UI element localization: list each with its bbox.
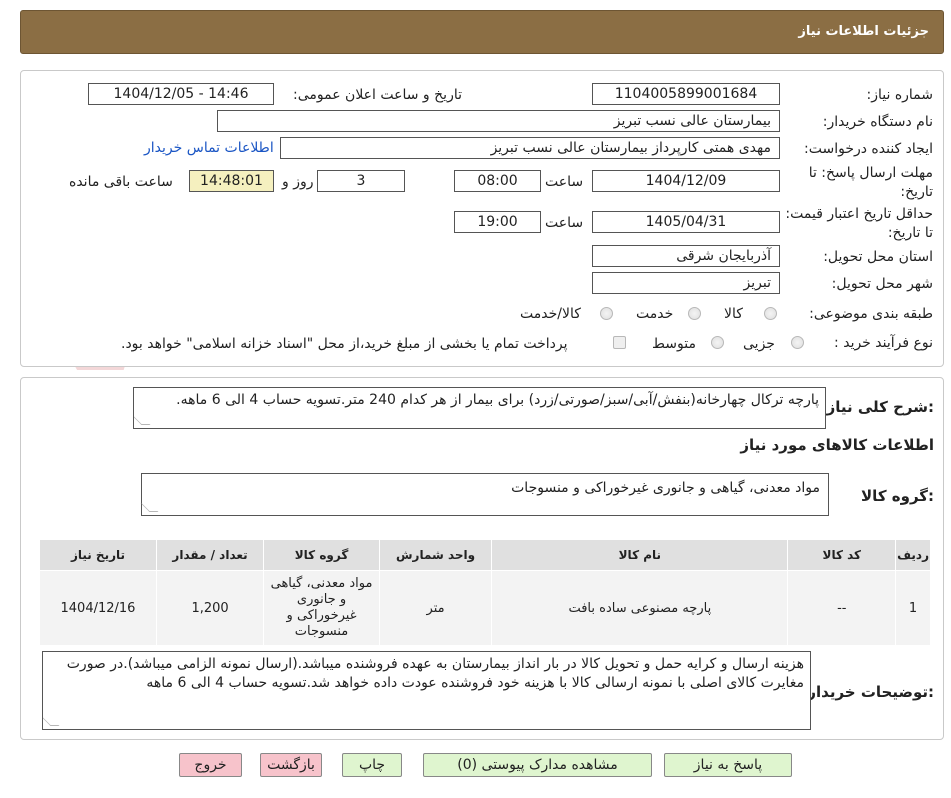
cell-need-date: 1404/12/16 [39,570,157,646]
page-title: جزئیات اطلاعات نیاز [798,24,929,39]
process-option-medium: متوسط [652,336,696,352]
cell-row-number: 1 [895,570,931,646]
summary-label: شرح کلی نیاز: [826,398,934,416]
goods-section-title: اطلاعات کالاهای مورد نیاز [740,436,934,454]
table-row[interactable]: 1 -- پارچه مصنوعی ساده بافت متر مواد معد… [39,570,931,646]
days-label: روز و [282,174,314,190]
announce-field[interactable]: 1404/12/05 - 14:46 [88,83,274,105]
col-header-need-date: تاریخ نیاز [39,539,157,571]
exit-button[interactable]: خروج [179,753,242,777]
validity-time-field[interactable]: 19:00 [454,211,541,233]
requester-field[interactable]: مهدی همتی کارپرداز بیمارستان عالی نسب تب… [280,137,780,159]
col-header-name: نام کالا [491,539,789,571]
process-radio-medium[interactable] [711,336,724,349]
col-header-unit: واحد شمارش [378,539,493,571]
col-header-row-number: ردیف [895,539,931,571]
col-header-quantity: تعداد / مقدار [155,539,265,571]
need-number-field[interactable]: 1104005899001684 [592,83,780,105]
province-field[interactable]: آذربایجان شرقی [592,245,780,267]
category-option-service: خدمت [636,306,674,322]
validity-date-field[interactable]: 1405/04/31 [592,211,780,233]
city-label: شهر محل تحویل: [831,276,933,292]
cell-group: مواد معدنی، گیاهی و جانوری غیرخوراکی و م… [263,570,380,646]
validity-label: حداقل تاریخ اعتبار قیمت: تا تاریخ: [785,206,933,241]
payment-note: پرداخت تمام یا بخشی از مبلغ خرید،از محل … [121,336,568,352]
buyer-contact-link[interactable]: اطلاعات تماس خریدار [144,140,274,156]
days-field[interactable]: 3 [317,170,405,192]
cell-quantity: 1,200 [155,570,265,646]
category-option-goods: کالا [724,306,743,322]
print-button[interactable]: چاپ [342,753,402,777]
resize-grip-icon[interactable] [140,503,159,512]
city-field[interactable]: تبریز [592,272,780,294]
requester-label: ایجاد کننده درخواست: [804,141,933,157]
summary-textarea[interactable]: پارچه ترکال چهارخانه(بنفش/آبی/سبز/صورتی/… [133,387,826,429]
cell-name: پارچه مصنوعی ساده بافت [491,570,789,646]
deadline-time-label: ساعت [545,174,584,190]
reply-button[interactable]: پاسخ به نیاز [664,753,792,777]
announce-label: تاریخ و ساعت اعلان عمومی: [293,87,462,103]
col-header-group: گروه کالا [263,539,380,571]
cell-code: -- [787,570,897,646]
province-label: استان محل تحویل: [823,249,933,265]
col-header-code: کد کالا [787,539,897,571]
items-table: ردیف کد کالا نام کالا واحد شمارش گروه کا… [39,539,931,646]
deadline-label: مهلت ارسال پاسخ: تا تاریخ: [808,165,933,200]
resize-grip-icon[interactable] [134,416,151,425]
buyer-notes-label: توضیحات خریدار: [807,683,934,701]
table-header-row: ردیف کد کالا نام کالا واحد شمارش گروه کا… [39,539,931,571]
process-label: نوع فرآیند خرید : [834,335,933,351]
treasury-checkbox[interactable] [613,336,626,349]
category-radio-service[interactable] [688,307,701,320]
buyer-org-label: نام دستگاه خریدار: [822,114,933,130]
process-radio-partial[interactable] [791,336,804,349]
remaining-time-field: 14:48:01 [189,170,274,192]
deadline-time-field[interactable]: 08:00 [454,170,541,192]
category-radio-goods[interactable] [764,307,777,320]
validity-time-label: ساعت [545,215,584,231]
need-number-label: شماره نیاز: [866,87,934,103]
category-label: طبقه بندی موضوعی: [809,306,933,322]
resize-grip-icon[interactable] [43,717,60,726]
summary-text: پارچه ترکال چهارخانه(بنفش/آبی/سبز/صورتی/… [176,392,819,408]
category-option-goods-service: کالا/خدمت [520,306,581,322]
page-header: جزئیات اطلاعات نیاز [20,10,944,54]
attachments-button[interactable]: مشاهده مدارک پیوستی (0) [423,753,652,777]
cell-unit: متر [378,570,493,646]
buyer-notes-text: هزینه ارسال و کرایه حمل و تحویل کالا در … [66,656,804,691]
back-button[interactable]: بازگشت [260,753,322,777]
goods-group-label: گروه کالا: [861,487,934,505]
remaining-label: ساعت باقی مانده [69,174,173,190]
buyer-notes-textarea[interactable]: هزینه ارسال و کرایه حمل و تحویل کالا در … [42,651,811,730]
category-radio-goods-service[interactable] [600,307,613,320]
deadline-date-field[interactable]: 1404/12/09 [592,170,780,192]
goods-group-value: مواد معدنی، گیاهی و جانوری غیرخوراکی و م… [511,480,820,496]
buyer-org-field[interactable]: بیمارستان عالی نسب تبریز [217,110,780,132]
process-option-partial: جزیی [743,336,775,352]
goods-group-field[interactable]: مواد معدنی، گیاهی و جانوری غیرخوراکی و م… [140,473,829,516]
